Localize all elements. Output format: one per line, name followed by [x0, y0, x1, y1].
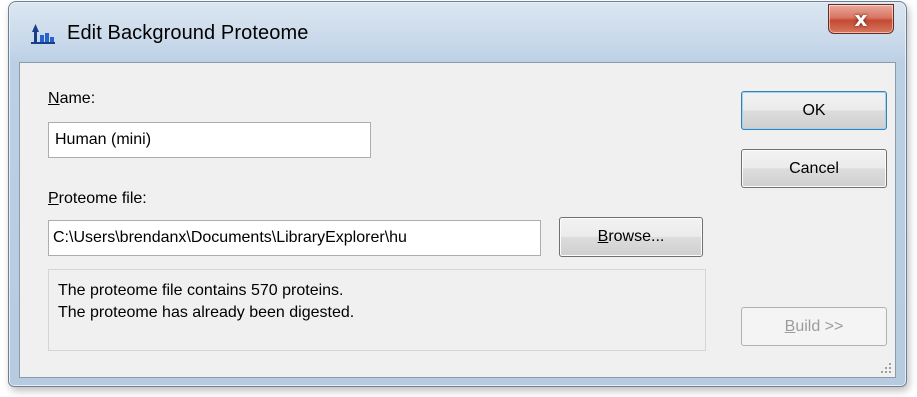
- browse-button[interactable]: Browse...: [559, 217, 703, 257]
- cancel-button[interactable]: Cancel: [741, 149, 887, 188]
- name-label: Name:: [48, 90, 96, 107]
- title-bar[interactable]: Edit Background Proteome x: [9, 2, 906, 62]
- close-icon: x: [854, 7, 868, 31]
- close-button[interactable]: x: [828, 4, 894, 34]
- info-digest-status: The proteome has already been digested.: [58, 304, 355, 321]
- proteome-file-input[interactable]: [48, 220, 541, 256]
- resize-grip-icon[interactable]: [878, 360, 892, 374]
- info-protein-count: The proteome file contains 570 proteins.: [58, 282, 344, 299]
- build-button[interactable]: Build >>: [741, 307, 887, 346]
- proteome-file-label: Proteome file:: [48, 190, 147, 207]
- ok-button[interactable]: OK: [741, 91, 887, 130]
- dialog-body: Name: Proteome file: Browse... The prote…: [19, 62, 896, 378]
- proteome-app-icon: [31, 24, 55, 44]
- proteome-info-box: The proteome file contains 570 proteins.…: [48, 269, 706, 351]
- dialog-window: Edit Background Proteome x Name: Proteom…: [8, 1, 907, 387]
- name-input[interactable]: [48, 122, 371, 158]
- window-title: Edit Background Proteome: [67, 22, 309, 44]
